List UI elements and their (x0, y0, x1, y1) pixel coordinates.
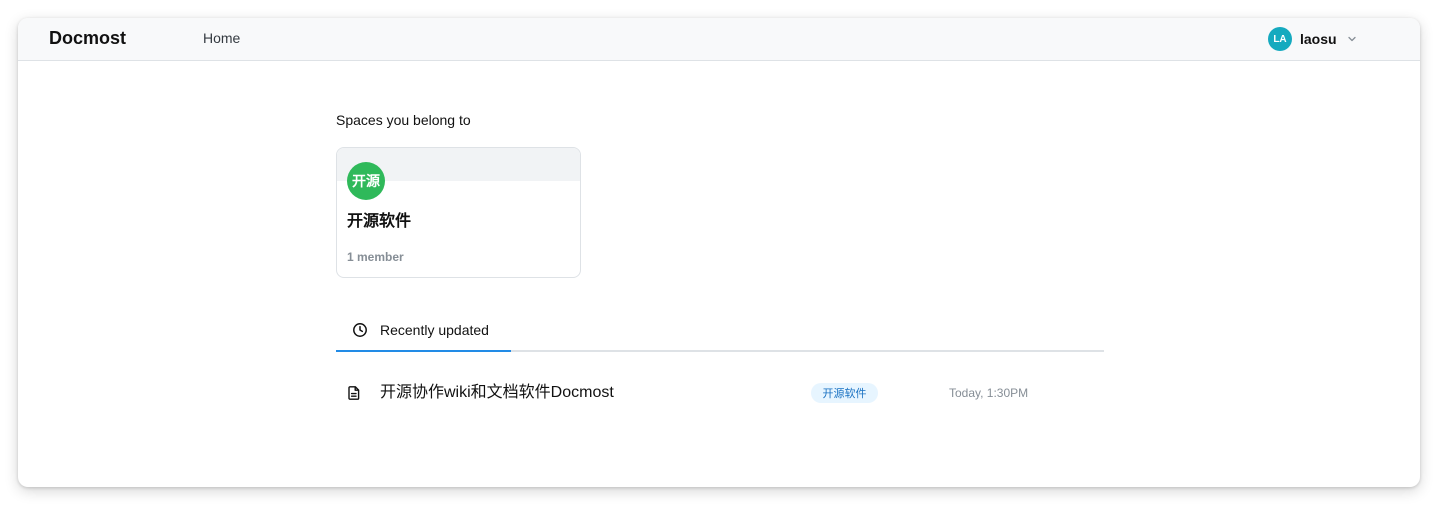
spaces-heading: Spaces you belong to (336, 112, 471, 128)
main-content: Spaces you belong to 开源 开源软件 1 member Re… (336, 18, 1104, 487)
app-logo[interactable]: Docmost (49, 27, 126, 49)
tab-recently-updated[interactable]: Recently updated (336, 310, 511, 352)
space-avatar: 开源 (347, 162, 385, 200)
updated-timestamp: Today, 1:30PM (949, 386, 1029, 400)
recent-tabs: Recently updated (336, 310, 1104, 352)
clock-icon (352, 322, 368, 338)
space-card[interactable]: 开源 开源软件 1 member (336, 147, 581, 278)
app-window: Docmost Home LA laosu Spaces you belong … (18, 18, 1420, 487)
space-member-count: 1 member (347, 250, 404, 264)
tab-label: Recently updated (380, 322, 489, 338)
user-avatar: LA (1268, 27, 1292, 51)
chevron-down-icon (1347, 34, 1357, 44)
user-name: laosu (1300, 31, 1337, 47)
page-title[interactable]: 开源协作wiki和文档软件Docmost (380, 375, 614, 411)
file-icon (346, 385, 362, 401)
recent-page-row[interactable]: 开源协作wiki和文档软件Docmost 开源软件 Today, 1:30PM (336, 375, 1104, 411)
nav-home-link[interactable]: Home (203, 29, 240, 47)
space-name: 开源软件 (347, 213, 412, 230)
space-badge[interactable]: 开源软件 (811, 383, 878, 403)
user-menu-button[interactable]: LA laosu (1268, 26, 1357, 52)
